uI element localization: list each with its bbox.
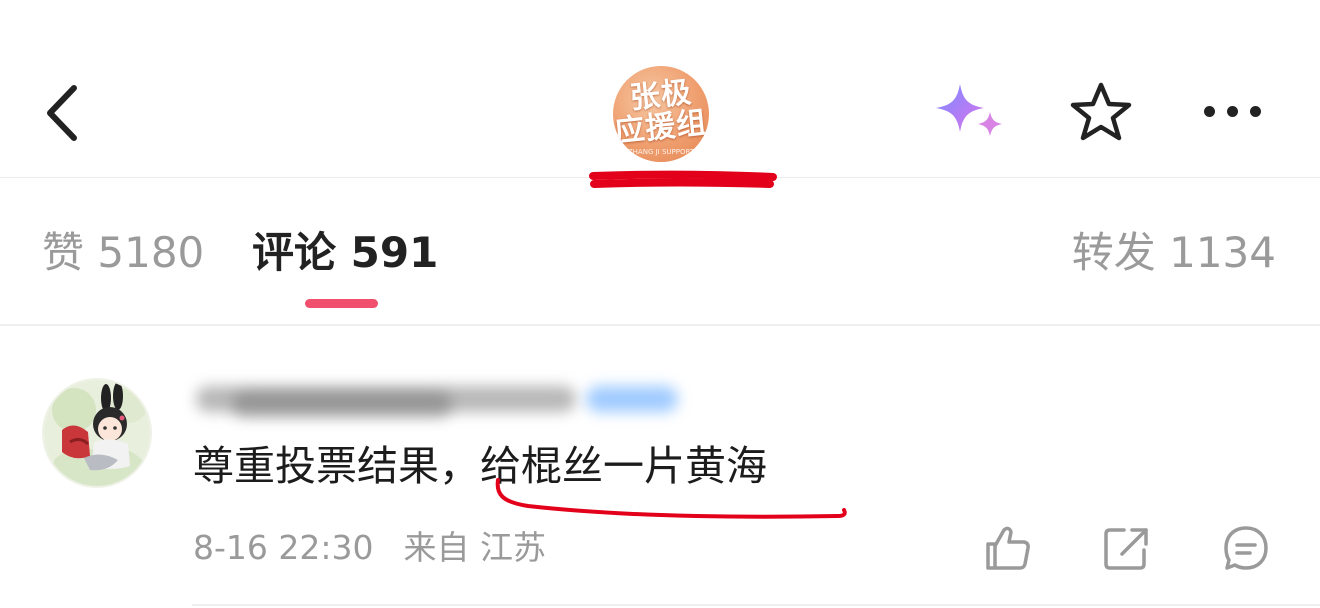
comment-text: 尊重投票结果，给棍丝一片黄海 [193,438,767,494]
tab-comments-label: 评论 [252,228,337,277]
tab-likes-label: 赞 [42,228,85,277]
back-button[interactable] [36,78,96,148]
share-button[interactable] [1100,522,1152,574]
tab-likes[interactable]: 赞 5180 [42,228,204,278]
reply-button[interactable] [1220,522,1272,574]
comment-text-part1: 尊重投票结果， [193,442,480,490]
commenter-name-blurred[interactable] [192,372,692,422]
reply-icon [1224,526,1268,570]
account-avatar[interactable]: 张极 应援组 ZHANG JI SUPPORT [613,66,709,162]
tab-bar: 赞 5180 评论 591 转发 1134 [0,178,1320,326]
more-button[interactable] [1198,96,1268,128]
thumbs-up-icon [986,526,1030,570]
active-tab-indicator [305,299,378,308]
star-icon[interactable] [1068,80,1134,144]
tab-comments[interactable]: 评论 591 [252,228,438,278]
comment-text-highlight: 给棍丝一片黄海 [480,442,767,490]
more-icon [1204,106,1215,117]
avatar-text-line2: 应援组 [613,105,709,150]
member-badge-blurred [586,386,678,412]
tab-reposts-label: 转发 [1071,228,1156,277]
commenter-avatar[interactable] [42,378,152,488]
tab-comments-count: 591 [350,228,439,277]
comment-meta: 8-16 22:30 来自 江苏 [193,528,546,568]
comment-divider [192,604,1320,606]
sparkle-icon[interactable] [930,80,1010,146]
comment-location: 来自 江苏 [403,528,547,567]
tab-reposts[interactable]: 转发 1134 [1072,228,1276,278]
avatar-text-line3: ZHANG JI SUPPORT [627,148,695,156]
comment-time: 8-16 22:30 [193,528,374,567]
like-button[interactable] [982,522,1034,574]
tab-reposts-count: 1134 [1169,228,1276,277]
top-bar: 张极 应援组 ZHANG JI SUPPORT [0,0,1320,178]
share-icon [1104,528,1148,570]
tab-likes-count: 5180 [97,228,205,277]
back-chevron-icon [47,85,77,141]
